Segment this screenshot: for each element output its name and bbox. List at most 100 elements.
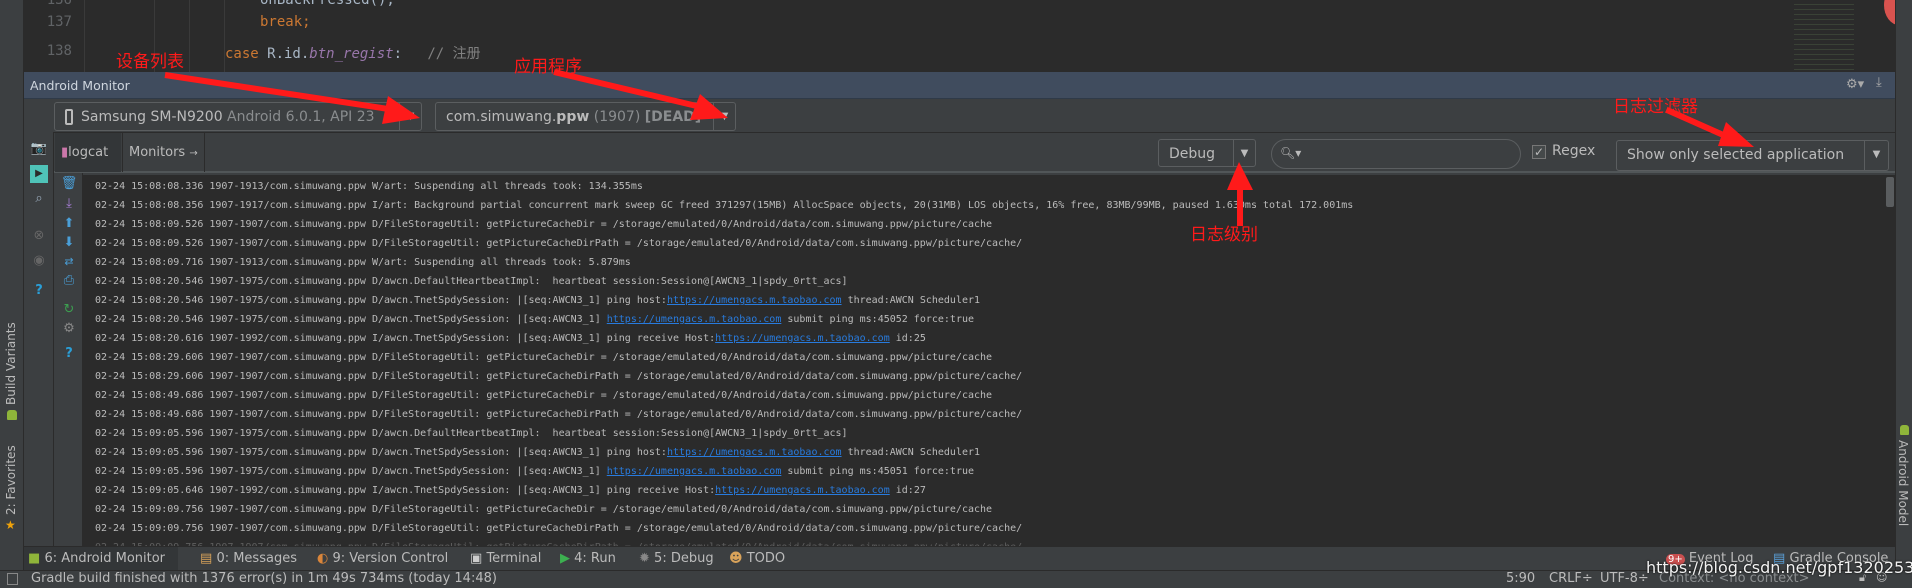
monitor-tabs: ▮logcat Monitors → Debug ▼ 🔍︎▾ ✓ Regex Sh… bbox=[54, 132, 1895, 173]
hide-panel-icon[interactable]: ⤓ bbox=[1876, 75, 1882, 90]
annotation-app-process: 应用程序 bbox=[514, 57, 582, 77]
minimap[interactable] bbox=[1794, 0, 1854, 72]
search-input[interactable]: 🔍︎▾ bbox=[1271, 139, 1521, 169]
toolwindow-version-control[interactable]: ◐ 9: Version Control bbox=[313, 547, 452, 570]
log-line: 02-24 15:09:05.596 1907-1975/com.simuwan… bbox=[95, 466, 975, 477]
log-filter-selector[interactable]: Show only selected application ▼ bbox=[1616, 140, 1889, 171]
code-line: break; bbox=[260, 14, 311, 30]
log-line-partial: 02-24 15:09:09.756 1907-1907/com.simuwan… bbox=[95, 538, 1022, 546]
line-number: 137 bbox=[46, 14, 72, 30]
terminate-icon[interactable]: ⊗ bbox=[30, 227, 48, 245]
trash-icon[interactable]: 🗑︎ bbox=[60, 175, 78, 193]
log-line: 02-24 15:09:05.596 1907-1975/com.simuwan… bbox=[95, 428, 848, 439]
toolwindow-run[interactable]: ▶ 4: Run bbox=[556, 547, 620, 570]
soft-wrap-icon[interactable]: ⇄ bbox=[60, 253, 78, 271]
logcat-toolbar: 🗑︎ ⤓ ⬆ ⬇ ⇄ ⎙ ↻ ⚙ ? bbox=[54, 173, 83, 546]
toolwindow-messages[interactable]: ▤ 0: Messages bbox=[196, 547, 301, 570]
log-link[interactable]: https://umengacs.m.taobao.com bbox=[607, 314, 782, 325]
log-line: 02-24 15:08:20.546 1907-1975/com.simuwan… bbox=[95, 295, 981, 306]
arrow-up-icon[interactable]: ⬆ bbox=[60, 215, 78, 233]
build-variants-tab[interactable]: Build Variants bbox=[4, 322, 18, 405]
log-line: 02-24 15:08:49.686 1907-1907/com.simuwan… bbox=[95, 390, 993, 401]
layout-inspector-icon[interactable]: ⌕ bbox=[30, 190, 48, 208]
toolwindow-debug[interactable]: ✹ 5: Debug bbox=[635, 547, 718, 570]
regex-checkbox[interactable]: ✓ bbox=[1532, 145, 1546, 159]
tab-logcat[interactable]: ▮logcat bbox=[55, 133, 121, 172]
vcs-icon: ◐ bbox=[317, 551, 329, 566]
code-line: case R.id.btn_regist: // 注册 bbox=[225, 46, 481, 62]
screenshot-icon[interactable]: 📷 bbox=[30, 140, 48, 158]
log-link[interactable]: https://umengacs.m.taobao.com bbox=[667, 295, 842, 306]
toolwindow-terminal[interactable]: ▣ Terminal bbox=[466, 547, 545, 570]
line-separator[interactable]: CRLF÷ bbox=[1549, 571, 1593, 586]
restart-icon[interactable]: ↻ bbox=[60, 301, 78, 319]
log-link[interactable]: https://umengacs.m.taobao.com bbox=[667, 447, 842, 458]
code-line: onBackPressed(); bbox=[260, 0, 395, 8]
toolwindow-todo[interactable]: ☻ TODO bbox=[725, 547, 789, 570]
chevron-down-icon[interactable]: ▼ bbox=[1864, 141, 1888, 170]
android-model-tab[interactable]: Android Model bbox=[1896, 440, 1910, 526]
chevron-down-icon[interactable]: ▼ bbox=[1233, 140, 1255, 166]
panel-title: Android Monitor bbox=[30, 78, 130, 93]
search-icon: 🔍︎▾ bbox=[1280, 146, 1302, 160]
left-tool-strip: Build Variants 2: Favorites ★ bbox=[0, 0, 24, 570]
annotation-log-level: 日志级别 bbox=[1190, 225, 1258, 245]
gear-icon[interactable]: ⚙▾ bbox=[1846, 77, 1864, 92]
scroll-to-end-icon[interactable]: ⤓ bbox=[60, 195, 78, 213]
help-icon[interactable]: ? bbox=[60, 345, 78, 363]
log-line: 02-24 15:08:29.606 1907-1907/com.simuwan… bbox=[95, 352, 993, 363]
pin-icon: → bbox=[189, 148, 198, 159]
status-toggle-icon[interactable] bbox=[7, 573, 18, 585]
log-line: 02-24 15:08:20.546 1907-1975/com.simuwan… bbox=[95, 276, 848, 287]
tool-window-bar: ■ 6: Android Monitor ▤ 0: Messages ◐ 9: … bbox=[24, 546, 1895, 570]
chevron-down-icon[interactable]: ▼ bbox=[713, 103, 735, 130]
status-message[interactable]: Gradle build finished with 1376 error(s)… bbox=[31, 571, 497, 586]
record-video-icon[interactable]: ▶ bbox=[30, 165, 48, 183]
favorites-tab[interactable]: 2: Favorites bbox=[4, 445, 18, 515]
app-process-selector[interactable]: com.simuwang.ppw (1907) [DEAD] ▼ bbox=[435, 102, 736, 131]
code-editor[interactable]: 136 onBackPressed(); 137 break; 138 case… bbox=[24, 0, 1895, 72]
log-line: 02-24 15:08:20.616 1907-1992/com.simuwan… bbox=[95, 333, 926, 344]
log-line: 02-24 15:09:05.646 1907-1992/com.simuwan… bbox=[95, 485, 926, 496]
log-line: 02-24 15:08:20.546 1907-1975/com.simuwan… bbox=[95, 314, 975, 325]
todo-icon: ☻ bbox=[729, 551, 743, 566]
line-number: 138 bbox=[46, 43, 72, 59]
help-icon[interactable]: ? bbox=[30, 282, 48, 300]
settings-icon[interactable]: ⚙ bbox=[60, 320, 78, 338]
chevron-down-icon[interactable]: ▼ bbox=[399, 103, 421, 130]
toolwindow-android-monitor[interactable]: ■ 6: Android Monitor bbox=[24, 547, 178, 570]
log-line: 02-24 15:08:49.686 1907-1907/com.simuwan… bbox=[95, 409, 1023, 420]
caret-position[interactable]: 5:90 bbox=[1506, 571, 1535, 586]
log-line: 02-24 15:09:05.596 1907-1975/com.simuwan… bbox=[95, 447, 981, 458]
log-line: 02-24 15:08:09.526 1907-1907/com.simuwan… bbox=[95, 219, 993, 230]
log-line: 02-24 15:08:29.606 1907-1907/com.simuwan… bbox=[95, 371, 1023, 382]
logcat-output[interactable]: 02-24 15:08:08.336 1907-1913/com.simuwan… bbox=[83, 175, 1885, 546]
debug-icon: ✹ bbox=[639, 551, 650, 566]
regex-label: Regex bbox=[1552, 143, 1596, 159]
log-level-selector[interactable]: Debug ▼ bbox=[1158, 139, 1256, 167]
tab-monitors[interactable]: Monitors → bbox=[122, 133, 205, 172]
file-encoding[interactable]: UTF-8÷ bbox=[1600, 571, 1649, 586]
print-icon[interactable]: ⎙ bbox=[60, 272, 78, 290]
star-icon: ★ bbox=[5, 518, 16, 532]
log-link[interactable]: https://umengacs.m.taobao.com bbox=[715, 333, 890, 344]
log-link[interactable]: https://umengacs.m.taobao.com bbox=[715, 485, 890, 496]
error-indicator bbox=[1884, 0, 1895, 25]
device-selector[interactable]: Samsung SM-N9200 Android 6.0.1, API 23 ▼ bbox=[54, 102, 422, 131]
log-link[interactable]: https://umengacs.m.taobao.com bbox=[607, 466, 782, 477]
log-line: 02-24 15:09:09.756 1907-1907/com.simuwan… bbox=[95, 504, 993, 515]
arrow-down-icon[interactable]: ⬇ bbox=[60, 234, 78, 252]
annotation-log-filter: 日志过滤器 bbox=[1613, 97, 1698, 117]
log-scrollbar[interactable] bbox=[1885, 175, 1895, 546]
log-line: 02-24 15:08:09.526 1907-1907/com.simuwan… bbox=[95, 238, 1023, 249]
annotation-device-list: 设备列表 bbox=[116, 52, 184, 72]
right-tool-strip: Android Model bbox=[1895, 0, 1912, 570]
line-number: 136 bbox=[46, 0, 72, 8]
log-line: 02-24 15:08:08.336 1907-1913/com.simuwan… bbox=[95, 181, 643, 192]
phone-icon bbox=[65, 109, 73, 125]
log-line: 02-24 15:08:09.716 1907-1913/com.simuwan… bbox=[95, 257, 631, 268]
monitor-toolbar: 📷 ▶ ⌕ ⊗ ◉ ? bbox=[24, 132, 54, 546]
log-line: 02-24 15:09:09.756 1907-1907/com.simuwan… bbox=[95, 523, 1023, 534]
run-icon: ▶ bbox=[560, 551, 570, 566]
hprof-icon[interactable]: ◉ bbox=[30, 252, 48, 270]
